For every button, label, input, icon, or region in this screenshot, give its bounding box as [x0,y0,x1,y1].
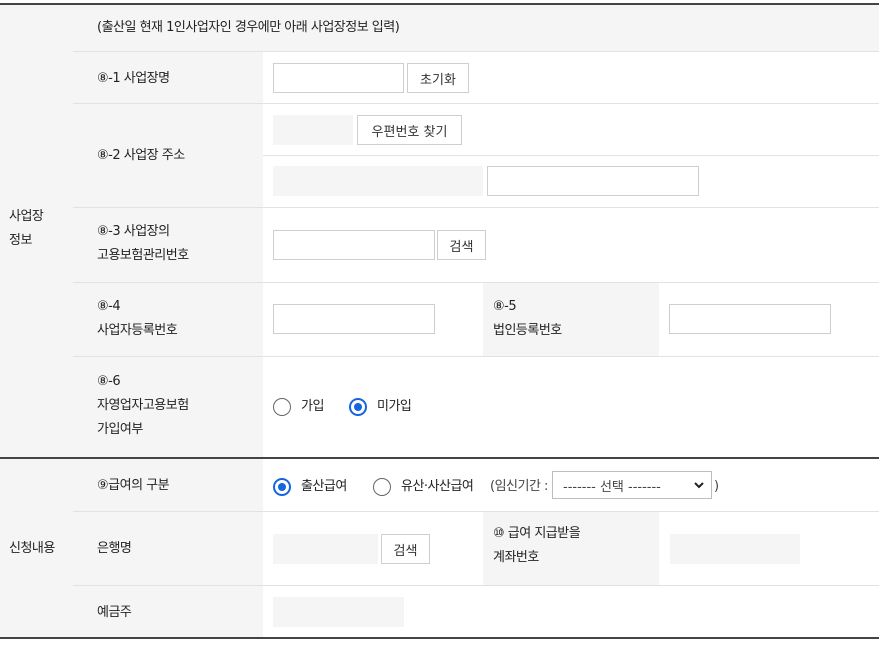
business-name-input[interactable] [273,63,404,93]
row-divider [73,511,879,512]
account-holder-field [273,597,404,627]
business-reg-input[interactable] [273,304,435,334]
account-number-label: ⑩ 급여 지급받을 계좌번호 [493,522,581,570]
reset-button[interactable]: 초기화 [407,63,469,93]
self-employed-label-line1: ⑧-6 [97,374,121,389]
row-divider [263,155,879,156]
account-holder-label: 예금주 [97,605,132,620]
business-reg-label: ⑧-4 사업자등록번호 [97,295,178,343]
insurance-number-label: ⑧-3 사업장의 고용보험관리번호 [97,220,189,268]
corporate-reg-label-line2: 법인등록번호 [493,323,562,338]
self-employed-label-line2: 자영업자고용보험 [97,398,189,413]
application-section-heading: 신청내용 [9,541,55,556]
corporate-reg-label-line1: ⑧-5 [493,299,517,314]
business-reg-label-line2: 사업자등록번호 [97,323,178,338]
pregnancy-period-prefix: (임신기간 : [490,479,548,494]
notice-text: (출산일 현재 1인사업자인 경우에만 아래 사업장정보 입력) [97,20,400,35]
row-divider [73,103,879,104]
row-divider [73,51,879,52]
postcode-search-button[interactable]: 우편번호 찾기 [357,115,462,145]
row-divider [73,207,879,208]
row-divider [73,585,879,586]
radio-enrolled-label: 가입 [301,399,324,414]
account-label-line2: 계좌번호 [493,550,539,565]
radio-not-enrolled[interactable] [349,398,367,416]
insurance-number-label-line2: 고용보험관리번호 [97,248,189,263]
insurance-number-input[interactable] [273,230,435,260]
row-divider [73,282,879,283]
business-reg-label-line1: ⑧-4 [97,299,121,314]
business-heading-line1: 사업장 [9,209,44,224]
bank-name-field [273,534,378,564]
radio-miscarriage-benefit-label: 유산·사산급여 [401,479,474,494]
address-field [273,166,483,196]
self-employed-label-line3: 가입여부 [97,422,143,437]
chevron-down-icon [693,476,705,498]
postcode-field [273,115,353,145]
business-address-label: ⑧-2 사업장 주소 [97,148,185,163]
section-bottom-border [0,637,879,639]
pregnancy-period-suffix: ) [714,479,719,494]
business-name-label: ⑧-1 사업장명 [97,71,170,86]
address-detail-input[interactable] [487,166,699,196]
insurance-search-button[interactable]: 검색 [437,230,486,260]
self-employed-insurance-label: ⑧-6 자영업자고용보험 가입여부 [97,370,189,442]
radio-maternity-benefit-label: 출산급여 [301,479,347,494]
business-section-heading: 사업장 정보 [9,205,44,253]
corporate-reg-label: ⑧-5 법인등록번호 [493,295,562,343]
account-label-line1: ⑩ 급여 지급받을 [493,526,581,541]
radio-enrolled[interactable] [273,398,291,416]
insurance-number-label-line1: ⑧-3 사업장의 [97,224,170,239]
account-number-field [670,534,800,564]
pregnancy-period-select[interactable]: ------- 선택 ------- [552,471,712,499]
row-divider [73,356,879,357]
corporate-reg-input[interactable] [669,304,831,334]
radio-maternity-benefit[interactable] [273,478,291,496]
radio-not-enrolled-label: 미가입 [377,399,412,414]
radio-miscarriage-benefit[interactable] [373,478,391,496]
benefit-type-label: ⑨급여의 구분 [97,478,170,493]
pregnancy-period-select-value: ------- 선택 ------- [563,479,661,495]
bank-name-label: 은행명 [97,541,132,556]
business-heading-line2: 정보 [9,233,32,248]
bank-search-button[interactable]: 검색 [381,534,430,564]
